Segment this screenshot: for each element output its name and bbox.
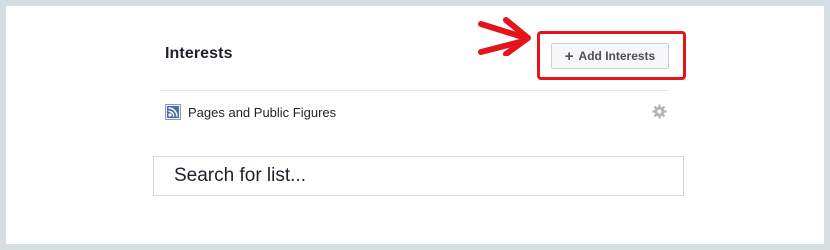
- section-title: Interests: [165, 45, 233, 62]
- interests-panel: Interests + Add Interests Pages and Publ…: [6, 6, 824, 244]
- search-box[interactable]: [153, 156, 684, 196]
- feed-icon: [165, 104, 181, 120]
- plus-icon: +: [564, 47, 574, 65]
- gear-icon[interactable]: [652, 104, 667, 119]
- search-input[interactable]: [174, 165, 683, 187]
- list-item-label: Pages and Public Figures: [188, 104, 337, 120]
- add-interests-label: Add Interests: [578, 49, 656, 63]
- list-item[interactable]: Pages and Public Figures: [165, 102, 669, 122]
- arrow-right-icon: [478, 17, 531, 56]
- divider: [161, 90, 669, 91]
- add-interests-button[interactable]: + Add Interests: [551, 43, 669, 69]
